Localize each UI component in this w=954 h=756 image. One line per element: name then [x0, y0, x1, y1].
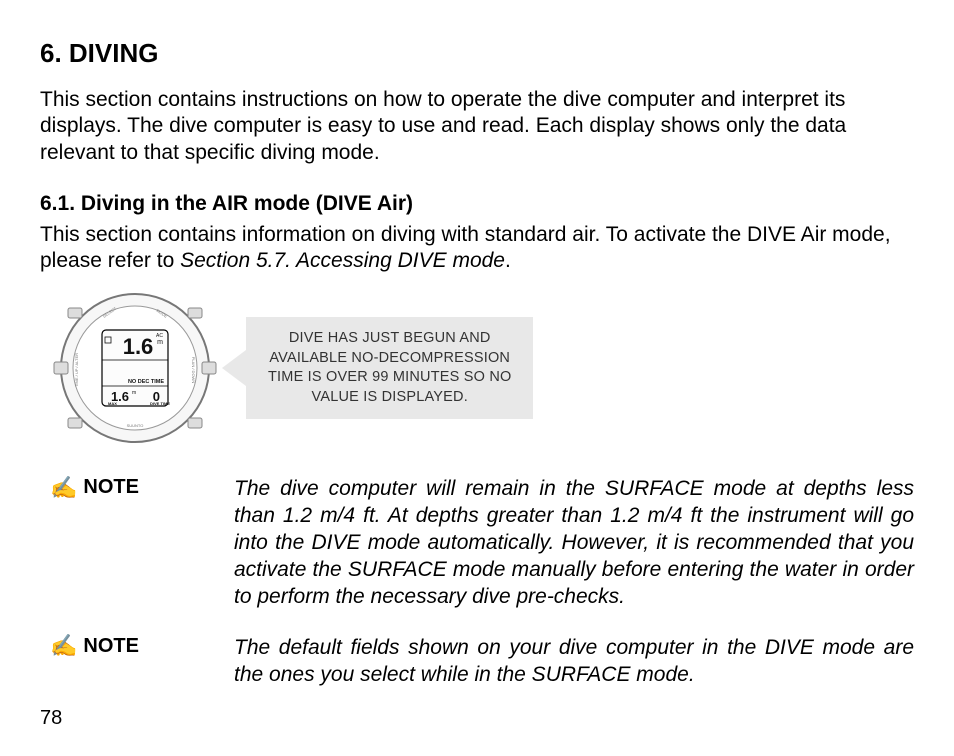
callout-line-1: DIVE HAS JUST BEGUN AND [289, 330, 491, 346]
callout-line-3: TIME IS OVER 99 MINUTES SO NO [268, 369, 511, 385]
note-label: NOTE [83, 476, 139, 499]
bezel-bottom: SUUNTO [127, 423, 144, 428]
note-block-1: ✍ NOTE The dive computer will remain in … [40, 476, 914, 610]
bezel-left: TIME / UP / ALTER [74, 353, 79, 387]
max-depth-unit: m [132, 390, 136, 396]
note-icon: ✍ [50, 477, 77, 499]
note-body-1: The dive computer will remain in the SUR… [234, 476, 914, 610]
callout-line-2: AVAILABLE NO-DECOMPRESSION [269, 350, 510, 366]
section-body-part2: . [505, 249, 511, 272]
section-6-1-title: 6.1. Diving in the AIR mode (DIVE Air) [40, 192, 914, 216]
intro-paragraph: This section contains instructions on ho… [40, 87, 914, 166]
dive-watch-illustration: 1.6 m AC NO DEC TIME 1.6 m 0 MAX DIVE TI… [50, 288, 220, 448]
page-number: 78 [40, 707, 62, 730]
chapter-title: 6. DIVING [40, 38, 914, 69]
bezel-right: PLAN / DOWN [191, 357, 196, 384]
callout-box: DIVE HAS JUST BEGUN AND AVAILABLE NO-DEC… [246, 317, 533, 419]
note-label-area: ✍ NOTE [40, 635, 220, 658]
depth-value: 1.6 [123, 334, 154, 359]
figure-row: 1.6 m AC NO DEC TIME 1.6 m 0 MAX DIVE TI… [40, 288, 914, 448]
note-label-area: ✍ NOTE [40, 476, 220, 499]
max-label: MAX [108, 401, 117, 406]
callout-line-4: VALUE IS DISPLAYED. [312, 389, 468, 405]
section-body-ref: Section 5.7. Accessing DIVE mode [180, 249, 505, 272]
note-body-2: The default fields shown on your dive co… [234, 635, 914, 689]
ac-label: AC [156, 333, 163, 339]
note-icon: ✍ [50, 635, 77, 657]
section-6-1-body: This section contains information on div… [40, 222, 914, 275]
depth-unit: m [157, 339, 163, 346]
no-dec-label: NO DEC TIME [128, 379, 164, 385]
note-label: NOTE [83, 635, 139, 658]
divetime-label: DIVE TIME [150, 401, 170, 406]
note-block-2: ✍ NOTE The default fields shown on your … [40, 635, 914, 689]
